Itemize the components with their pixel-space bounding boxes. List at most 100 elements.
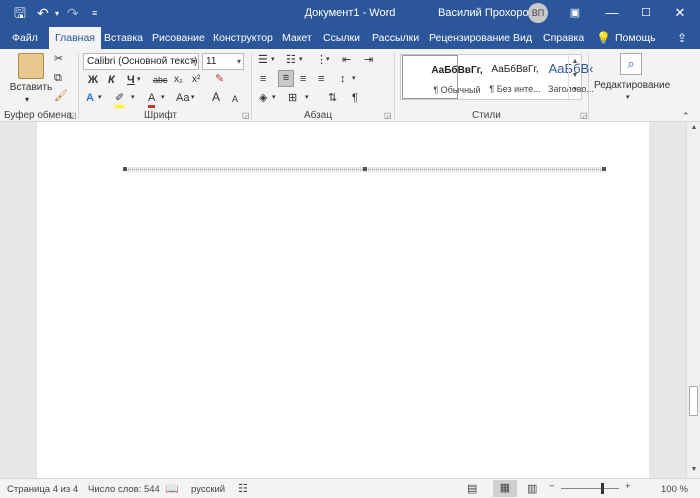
scroll-down-icon[interactable]: ▼ [687,466,700,473]
styles-scroll[interactable]: ▲ ▼ ▾ [568,55,581,99]
text-effects-icon[interactable]: A [86,91,94,105]
line-spacing-icon[interactable]: ↕ [340,72,346,86]
lightbulb-icon[interactable]: 💡 [596,27,611,49]
clear-formatting-icon[interactable]: ✎ [215,72,224,86]
chevron-down-icon[interactable]: ▼ [569,69,581,83]
tab-draw[interactable]: Рисование [152,27,205,49]
maximize-button[interactable]: ☐ [636,3,656,23]
font-color-icon[interactable]: A [148,91,156,108]
decrease-indent-icon[interactable]: ⇤ [342,53,351,67]
zoom-slider-thumb[interactable] [601,483,604,494]
numbering-icon[interactable]: ☷ [286,53,296,67]
chevron-down-icon[interactable]: ▾ [299,53,303,67]
scroll-up-icon[interactable]: ▲ [687,124,700,131]
styles-launcher-icon[interactable]: ◲ [580,111,588,120]
style-no-spacing[interactable]: АаБбВвГг, ¶ Без инте... [459,55,540,99]
italic-button[interactable]: К [108,73,115,87]
chevron-down-icon[interactable]: ▾ [192,54,196,69]
font-launcher-icon[interactable]: ◲ [242,111,250,120]
vertical-scrollbar[interactable]: ▲ ▼ [686,122,700,478]
tab-help[interactable]: Справка [543,27,584,49]
chevron-down-icon[interactable]: ▾ [326,53,330,67]
editing-button[interactable]: Редактирование [594,79,670,93]
collapse-ribbon-icon[interactable]: ⌃ [682,109,690,123]
subscript-button[interactable]: x₂ [174,73,183,87]
horizontal-line-object[interactable] [37,122,649,478]
style-heading[interactable]: АаБбВ‹ Заголово... [515,55,594,99]
zoom-out-icon[interactable]: − [549,481,555,492]
font-name-combo[interactable]: Calibri (Основной текст) ▾ [83,53,199,70]
language[interactable]: русский [191,484,225,495]
zoom-in-icon[interactable]: + [625,481,631,492]
tab-view[interactable]: Вид [513,27,532,49]
tab-insert[interactable]: Вставка [104,27,143,49]
chevron-down-icon[interactable]: ▾ [161,91,165,105]
chevron-down-icon[interactable]: ▾ [131,91,135,105]
paste-button[interactable]: Вставить [6,81,56,95]
bold-button[interactable]: Ж [88,73,98,87]
chevron-down-icon[interactable]: ▾ [237,54,241,69]
style-normal[interactable]: АаБбВвГг, ¶ Обычный [402,55,483,99]
search-icon[interactable]: ⌕ [620,53,642,75]
tab-references[interactable]: Ссылки [323,27,360,49]
font-size-combo[interactable]: 11 ▾ [202,53,244,70]
paste-dropdown-icon[interactable]: ▾ [25,93,29,107]
close-button[interactable]: ✕ [670,3,690,23]
sort-icon[interactable]: ⇅ [328,91,337,105]
grow-font-button[interactable]: A [212,90,220,104]
avatar[interactable]: ВП [528,3,548,23]
borders-icon[interactable]: ⊞ [288,91,297,105]
chevron-down-icon[interactable]: ▾ [98,91,102,105]
more-styles-icon[interactable]: ▾ [569,83,581,97]
align-left-icon[interactable]: ≡ [260,72,266,86]
share-icon[interactable]: ⇪ [677,27,687,49]
minimize-button[interactable]: — [602,3,622,23]
document-page[interactable] [37,122,649,478]
paste-icon[interactable] [18,53,44,79]
tab-mailings[interactable]: Рассылки [372,27,419,49]
paragraph-launcher-icon[interactable]: ◲ [384,111,392,120]
tab-tell-me[interactable]: Помощь [615,27,656,49]
shading-icon[interactable]: ◈ [259,91,267,105]
superscript-button[interactable]: x² [192,73,200,87]
justify-icon[interactable]: ≡ [318,72,324,86]
tab-file[interactable]: Файл [12,27,38,49]
scroll-thumb[interactable] [689,386,698,416]
chevron-down-icon[interactable]: ▾ [272,91,276,105]
increase-indent-icon[interactable]: ⇥ [364,53,373,67]
align-right-icon[interactable]: ≡ [300,72,306,86]
chevron-down-icon[interactable]: ▾ [626,91,630,105]
web-layout-icon[interactable]: ▥ [527,482,537,495]
chevron-down-icon[interactable]: ▾ [191,91,195,105]
chevron-up-icon[interactable]: ▲ [569,55,581,69]
page-count[interactable]: Страница 4 из 4 [7,484,78,495]
change-case-button[interactable]: Aa [176,91,189,105]
chevron-down-icon[interactable]: ▾ [352,72,356,86]
tab-design[interactable]: Конструктор [213,27,273,49]
proofing-icon[interactable]: 📖 [165,482,179,495]
zoom-level[interactable]: 100 % [661,484,688,495]
clipboard-launcher-icon[interactable]: ◲ [69,111,77,120]
highlight-icon[interactable]: ✐ [115,91,125,108]
format-painter-icon[interactable]: 🖌 [54,89,68,103]
accessibility-icon[interactable]: ☷ [238,482,248,495]
shrink-font-button[interactable]: A [232,92,238,106]
tab-home[interactable]: Главная [49,27,101,49]
copy-icon[interactable]: ⧉ [54,71,62,85]
cut-icon[interactable]: ✂ [54,52,63,66]
zoom-slider-track[interactable] [561,488,619,489]
user-name[interactable]: Василий Прохоров [438,7,534,19]
chevron-down-icon[interactable]: ▾ [305,91,309,105]
show-marks-icon[interactable]: ¶ [352,91,358,105]
read-mode-icon[interactable]: ▤ [467,482,477,495]
align-center-icon[interactable]: ≡ [278,70,294,87]
tab-layout[interactable]: Макет [282,27,312,49]
ribbon-display-options-icon[interactable]: ▣ [565,3,585,23]
bullets-icon[interactable]: ☰ [258,53,268,67]
underline-button[interactable]: Ч [127,73,135,87]
tab-review[interactable]: Рецензирование [429,27,510,49]
underline-dropdown-icon[interactable]: ▾ [137,73,141,87]
chevron-down-icon[interactable]: ▾ [271,53,275,67]
word-count[interactable]: Число слов: 544 [88,484,160,495]
strikethrough-button[interactable]: abc [153,73,168,87]
